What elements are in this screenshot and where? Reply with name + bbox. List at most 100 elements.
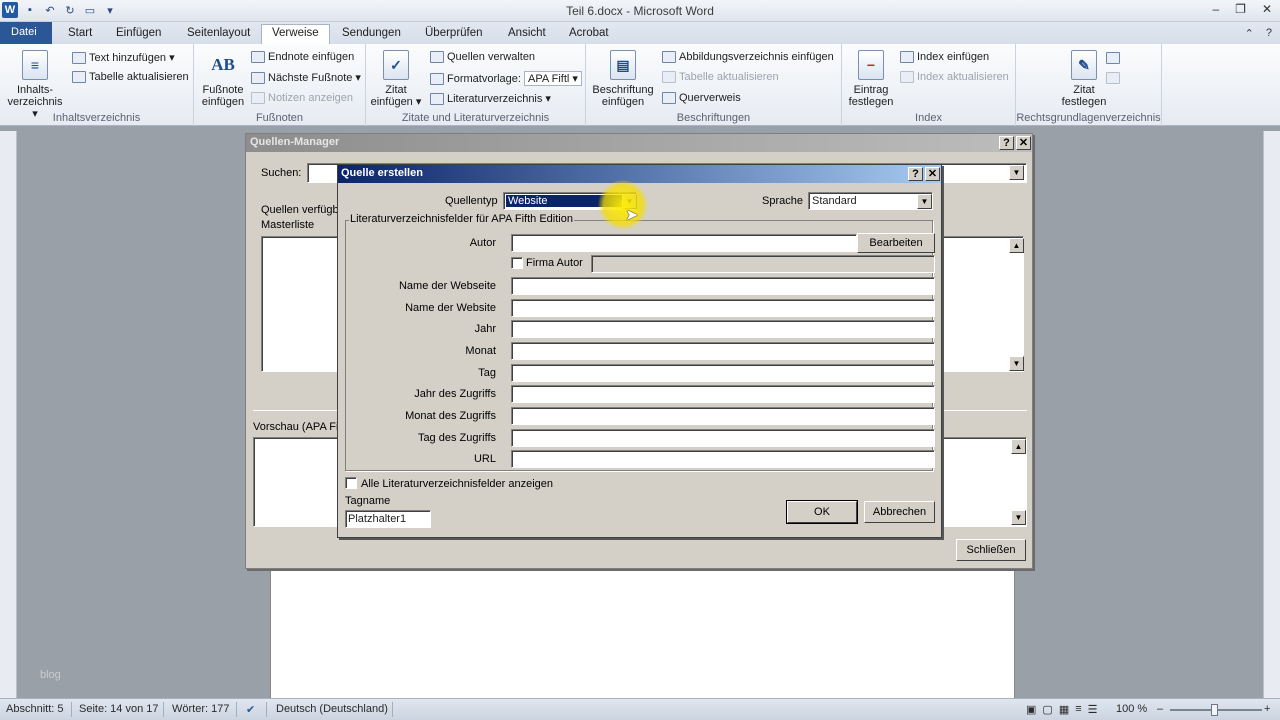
tab-datei[interactable]: Datei xyxy=(0,22,52,44)
close-icon[interactable]: ✕ xyxy=(1262,2,1272,16)
master-list-box[interactable] xyxy=(261,236,341,372)
literaturverzeichnis-button[interactable]: Literaturverzeichnis ▾ xyxy=(430,92,551,105)
quellen-verwalten-button[interactable]: Quellen verwalten xyxy=(430,51,535,63)
firma-autor-checkbox[interactable] xyxy=(511,257,523,269)
field-input[interactable] xyxy=(511,429,935,447)
list-scroll-up-icon[interactable]: ▲ xyxy=(1009,238,1024,253)
zoom-level[interactable]: 100 % xyxy=(1116,703,1147,715)
group-label-zitate: Zitate und Literaturverzeichnis xyxy=(401,112,550,124)
tagname-label: Tagname xyxy=(345,495,391,507)
insert-table-of-authorities-icon[interactable] xyxy=(1106,52,1120,67)
minimize-icon[interactable]: – xyxy=(1212,2,1219,16)
preview-scroll-down-icon[interactable]: ▼ xyxy=(1011,510,1026,525)
qe-help-button[interactable]: ? xyxy=(908,167,923,181)
field-label: Monat des Zugriffs xyxy=(405,410,496,422)
field-input[interactable] xyxy=(511,320,935,338)
proofing-icon[interactable]: ✔ xyxy=(246,703,255,716)
zoom-out-icon[interactable]: – xyxy=(1157,703,1163,715)
tab-acrobat[interactable]: Acrobat xyxy=(559,25,619,44)
firma-autor-input xyxy=(591,255,935,273)
tabelle-aktualisieren-button[interactable]: Tabelle aktualisieren xyxy=(72,71,189,83)
autor-input[interactable] xyxy=(511,234,857,252)
bearbeiten-button[interactable]: Bearbeiten xyxy=(857,233,935,253)
outline-icon[interactable]: ≡ xyxy=(1075,703,1081,716)
qm-close-icon[interactable]: ✕ xyxy=(1016,136,1031,150)
fussnote-label: Fußnote xyxy=(202,84,244,96)
section-indicator[interactable]: Abschnitt: 5 xyxy=(6,703,63,715)
web-layout-icon[interactable]: ▦ xyxy=(1059,703,1069,716)
page-indicator[interactable]: Seite: 14 von 17 xyxy=(79,703,159,715)
tab-ansicht[interactable]: Ansicht xyxy=(498,25,556,44)
document-page[interactable] xyxy=(270,568,1015,698)
literaturverzeichnis-label: Literaturverzeichnis ▾ xyxy=(447,93,551,105)
word-count[interactable]: Wörter: 177 xyxy=(172,703,229,715)
abbildungsverzeichnis-button[interactable]: Abbildungsverzeichnis einfügen xyxy=(662,51,834,63)
endnote-einfuegen-button[interactable]: Endnote einfügen xyxy=(251,51,354,63)
print-layout-icon[interactable]: ▣ xyxy=(1026,703,1036,716)
fussnote-einfuegen-button[interactable]: AB Fußnote einfügen xyxy=(198,50,248,108)
field-input[interactable] xyxy=(511,364,935,382)
field-input[interactable] xyxy=(511,407,935,425)
tab-sendungen[interactable]: Sendungen xyxy=(332,25,411,44)
field-input[interactable] xyxy=(511,277,935,295)
available-sources-label: Quellen verfügba xyxy=(261,204,345,216)
zitat-festlegen-button[interactable]: ✎ Zitat festlegen xyxy=(1056,50,1112,108)
alle-felder-checkbox[interactable] xyxy=(345,477,357,489)
draft-icon[interactable]: ☰ xyxy=(1088,703,1098,716)
maximize-icon[interactable]: ❐ xyxy=(1235,2,1246,16)
full-screen-icon[interactable]: ▢ xyxy=(1042,703,1052,716)
collapse-ribbon-icon[interactable]: ⌃ xyxy=(1245,27,1254,40)
field-input[interactable] xyxy=(511,342,935,360)
vertical-ruler xyxy=(0,131,17,698)
ribbon-help-area: ⌃ ? xyxy=(1245,27,1272,40)
current-list-box[interactable] xyxy=(940,236,1024,372)
zoom-slider-thumb[interactable] xyxy=(1211,704,1218,716)
field-label: Name der Website xyxy=(405,302,496,314)
index-aktualisieren-button[interactable]: Index aktualisieren xyxy=(900,71,1009,83)
tabelle-aktualisieren-2-button[interactable]: Tabelle aktualisieren xyxy=(662,71,779,83)
tab-verweise[interactable]: Verweise xyxy=(261,24,330,45)
update-table-of-authorities-icon[interactable] xyxy=(1106,72,1120,87)
field-input[interactable] xyxy=(511,299,935,317)
field-input[interactable] xyxy=(511,385,935,403)
formatvorlage-control[interactable]: Formatvorlage: APA Fiftl ▾ xyxy=(430,71,582,86)
ok-button[interactable]: OK xyxy=(786,500,858,524)
notizen-anzeigen-button[interactable]: Notizen anzeigen xyxy=(251,92,353,104)
qm-help-button[interactable]: ? xyxy=(999,136,1014,150)
eintrag-festlegen-button[interactable]: − Eintrag festlegen xyxy=(844,50,898,108)
qe-close-icon[interactable]: ✕ xyxy=(925,167,940,181)
field-label: Jahr des Zugriffs xyxy=(414,388,496,400)
querverweis-button[interactable]: Querverweis xyxy=(662,92,741,104)
tab-start[interactable]: Start xyxy=(58,25,102,44)
text-hinzufuegen-button[interactable]: Text hinzufügen ▾ xyxy=(72,51,175,64)
naechste-fussnote-button[interactable]: Nächste Fußnote ▾ xyxy=(251,71,361,84)
language-indicator[interactable]: Deutsch (Deutschland) xyxy=(276,703,388,715)
zitat-einfuegen-button[interactable]: ✓ Zitat einfügen ▾ xyxy=(368,50,424,108)
tab-einfuegen[interactable]: Einfügen xyxy=(106,25,171,44)
formatvorlage-select[interactable]: APA Fiftl ▾ xyxy=(523,71,582,86)
vertical-scrollbar[interactable] xyxy=(1263,131,1280,698)
list-scroll-down-icon[interactable]: ▼ xyxy=(1009,356,1024,371)
preview-scroll-up-icon[interactable]: ▲ xyxy=(1011,439,1026,454)
search-dropdown-icon[interactable]: ▼ xyxy=(1009,165,1024,180)
abbrechen-button[interactable]: Abbrechen xyxy=(864,501,935,523)
tagname-input[interactable]: Platzhalter1 xyxy=(345,510,431,528)
schliessen-button[interactable]: Schließen xyxy=(956,539,1026,561)
tab-seitenlayout[interactable]: Seitenlayout xyxy=(177,25,260,44)
beschriftung-einfuegen-button[interactable]: ▤ Beschriftung einfügen xyxy=(590,50,656,108)
inhaltsverzeichnis-button[interactable]: ≡ Inhalts- verzeichnis ▾ xyxy=(4,50,66,120)
sprache-select[interactable]: Standard xyxy=(808,192,933,210)
field-input[interactable] xyxy=(511,450,935,468)
help-icon[interactable]: ? xyxy=(1266,27,1272,40)
zoom-in-icon[interactable]: + xyxy=(1264,703,1270,715)
sprache-dropdown-icon[interactable]: ▼ xyxy=(917,194,932,209)
index-einfuegen-button[interactable]: Index einfügen xyxy=(900,51,989,63)
ribbon: ≡ Inhalts- verzeichnis ▾ Text hinzufügen… xyxy=(0,44,1280,126)
quellen-manager-title: Quellen-Manager xyxy=(246,134,1032,152)
inhaltsverzeichnis-label: Inhalts- xyxy=(16,84,54,96)
group-beschriftungen: ▤ Beschriftung einfügen Abbildungsverzei… xyxy=(586,44,842,126)
tab-ueberpruefen[interactable]: Überprüfen xyxy=(415,25,493,44)
notizen-anzeigen-label: Notizen anzeigen xyxy=(268,92,354,104)
refresh-icon xyxy=(662,71,676,83)
index-aktualisieren-label: Index aktualisieren xyxy=(917,71,1009,83)
